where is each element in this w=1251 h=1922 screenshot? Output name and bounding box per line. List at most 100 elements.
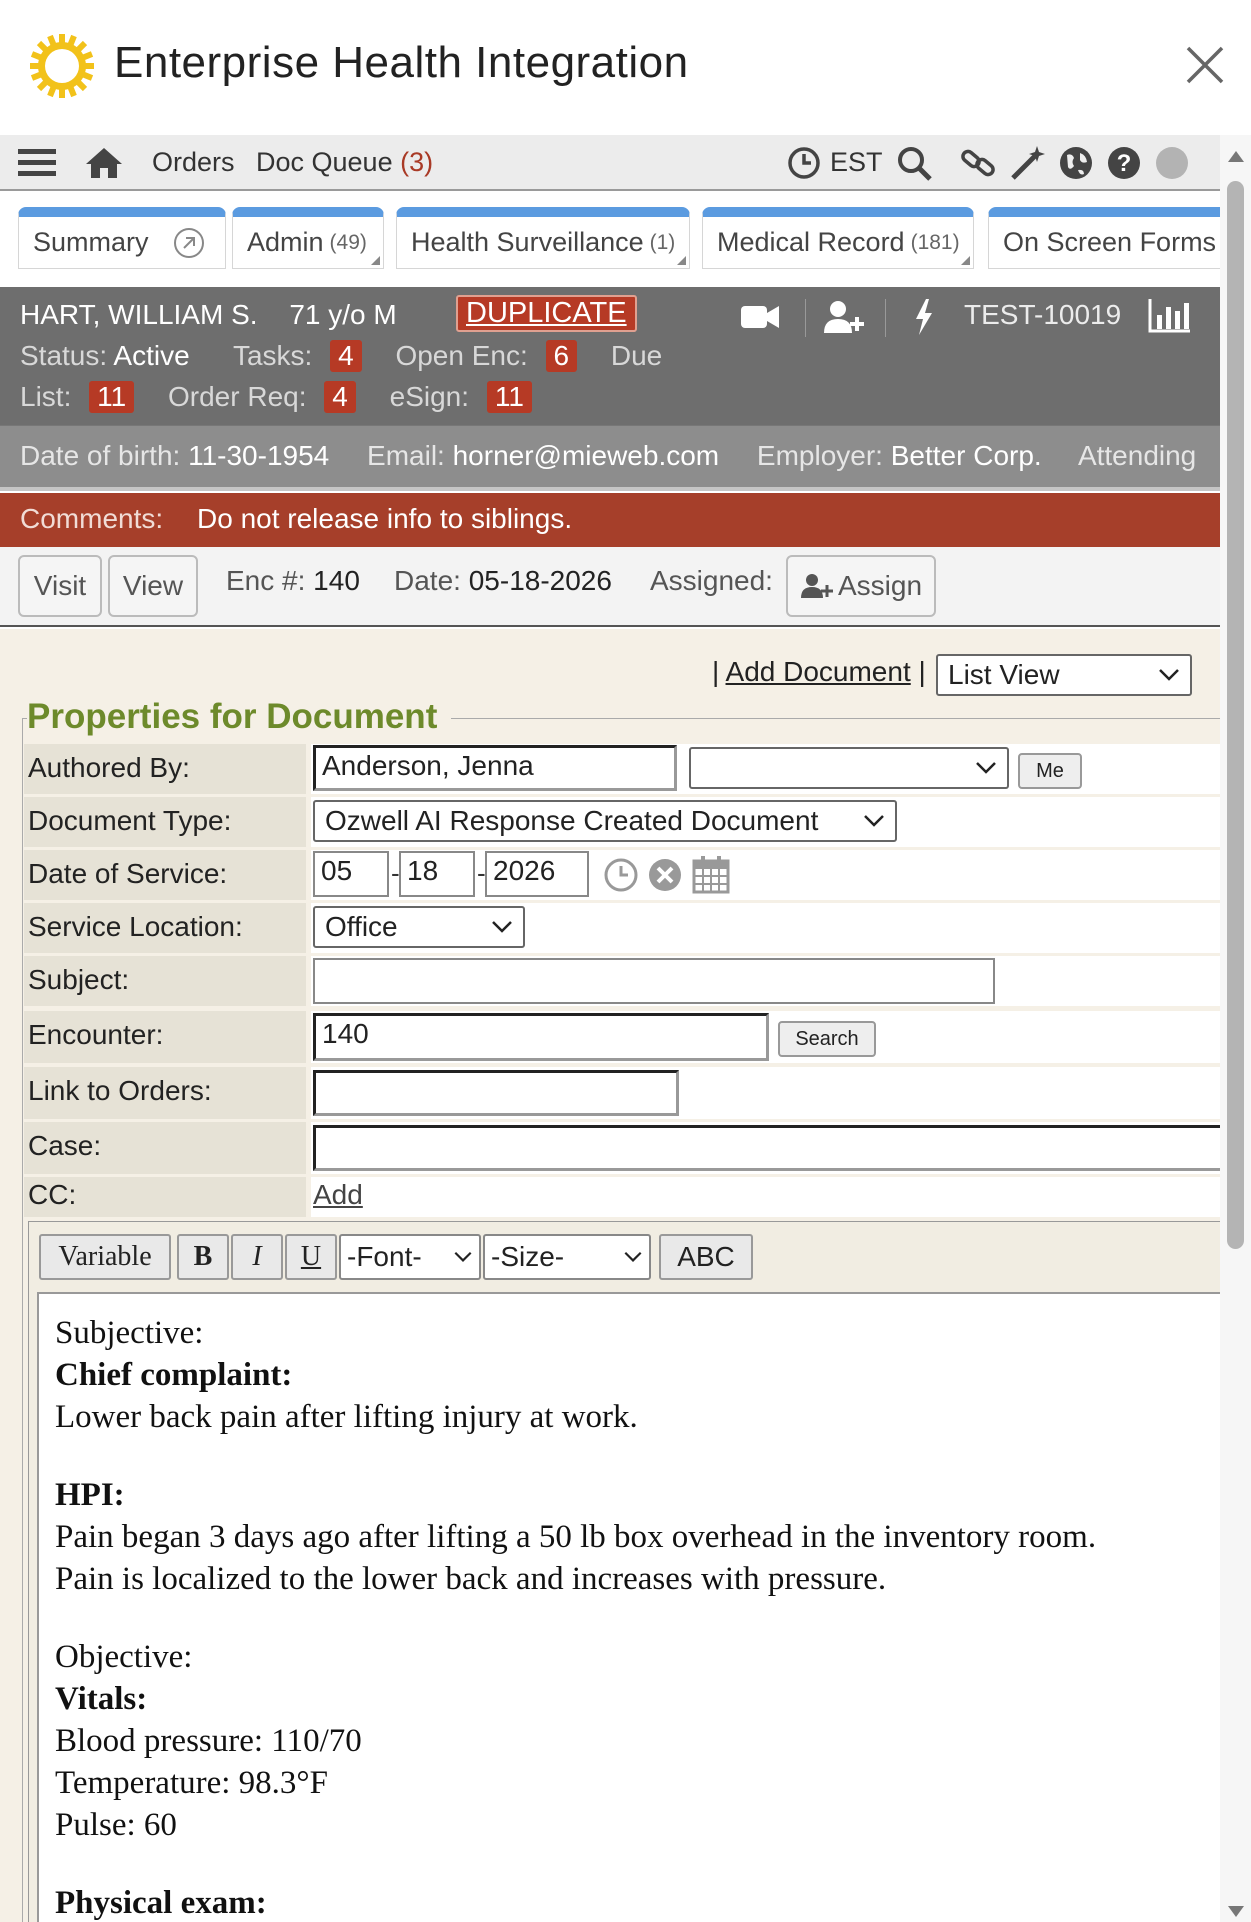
view-mode-select[interactable]: List View bbox=[936, 654, 1192, 696]
divider bbox=[805, 299, 806, 337]
vertical-scrollbar[interactable] bbox=[1220, 135, 1251, 1922]
visit-button[interactable]: Visit bbox=[18, 555, 102, 617]
magic-wand-icon[interactable] bbox=[1008, 143, 1048, 183]
add-user-icon[interactable] bbox=[822, 299, 868, 335]
patient-name[interactable]: HART, WILLIAM S. bbox=[20, 299, 258, 330]
spellcheck-button[interactable]: ABC bbox=[659, 1234, 753, 1280]
note-text: Pain began 3 days ago after lifting a 50… bbox=[55, 1519, 1097, 1555]
date-value: 05-18-2026 bbox=[468, 565, 612, 596]
field-value-cell bbox=[311, 1122, 1220, 1174]
variable-button[interactable]: Variable bbox=[39, 1234, 171, 1280]
tab-summary[interactable]: Summary bbox=[18, 207, 226, 269]
link-icon[interactable] bbox=[958, 143, 998, 183]
list-count[interactable]: 11 bbox=[89, 381, 135, 413]
calendar-icon[interactable] bbox=[691, 854, 731, 894]
view-button[interactable]: View bbox=[108, 555, 198, 617]
note-text: Temperature: 98.3°F bbox=[55, 1765, 328, 1801]
dos-month-input[interactable]: 05 bbox=[313, 851, 389, 897]
clear-icon[interactable] bbox=[647, 857, 683, 893]
orders-link[interactable]: Orders bbox=[152, 147, 235, 178]
encounter-input[interactable]: 140 bbox=[313, 1013, 769, 1061]
video-icon[interactable] bbox=[740, 301, 780, 333]
duplicate-badge[interactable]: DUPLICATE bbox=[456, 295, 637, 332]
chart-id[interactable]: TEST-10019 bbox=[964, 299, 1121, 331]
font-select[interactable]: -Font- bbox=[339, 1234, 481, 1280]
bold-button[interactable]: B bbox=[177, 1234, 229, 1280]
assign-button[interactable]: Assign bbox=[786, 555, 936, 617]
case-input[interactable] bbox=[313, 1125, 1220, 1171]
size-select[interactable]: -Size- bbox=[483, 1234, 651, 1280]
field-value-cell: 140 Search bbox=[311, 1011, 1220, 1063]
bar-chart-icon[interactable] bbox=[1148, 297, 1192, 335]
tab-admin[interactable]: Admin (49) bbox=[232, 207, 384, 269]
open-enc-count[interactable]: 6 bbox=[545, 340, 578, 372]
email-value[interactable]: horner@mieweb.com bbox=[453, 440, 720, 471]
help-icon[interactable]: ? bbox=[1104, 143, 1144, 183]
encounter-label: Encounter: bbox=[24, 1011, 306, 1063]
tab-health-surveillance[interactable]: Health Surveillance (1) bbox=[396, 207, 690, 269]
hamburger-icon[interactable] bbox=[18, 143, 56, 183]
close-icon[interactable] bbox=[1180, 40, 1230, 90]
doc-queue-link[interactable]: Doc Queue (3) bbox=[256, 147, 433, 178]
dos-day-input[interactable]: 18 bbox=[399, 851, 475, 897]
case-label: Case: bbox=[24, 1122, 306, 1174]
home-icon[interactable] bbox=[84, 143, 124, 183]
scroll-down-icon[interactable] bbox=[1227, 1905, 1245, 1919]
esign-count[interactable]: 11 bbox=[486, 381, 532, 413]
tab-label: Medical Record bbox=[717, 227, 905, 257]
field-heading: Vitals: bbox=[55, 1681, 148, 1717]
globe-icon[interactable] bbox=[1056, 143, 1096, 183]
chevron-down-icon bbox=[976, 762, 996, 774]
tab-corner bbox=[677, 256, 686, 265]
editor-body[interactable]: Subjective: Chief complaint: Lower back … bbox=[37, 1292, 1220, 1922]
tab-label: On Screen Forms bbox=[1003, 227, 1217, 257]
document-type-select[interactable]: Ozwell AI Response Created Document bbox=[313, 800, 897, 842]
authored-by-select[interactable] bbox=[689, 747, 1009, 789]
tab-on-screen-forms[interactable]: On Screen Forms bbox=[988, 207, 1220, 269]
timezone-label[interactable]: EST bbox=[830, 147, 883, 178]
cc-add-link[interactable]: Add bbox=[313, 1179, 363, 1211]
patient-status-row: Status: Active Tasks: 4 Open Enc: 6 Due bbox=[20, 340, 662, 372]
lightning-icon[interactable] bbox=[910, 297, 936, 337]
chevron-down-icon bbox=[624, 1251, 642, 1262]
field-value-cell: Office bbox=[311, 903, 1220, 953]
tab-count: (1) bbox=[649, 230, 676, 254]
add-document-link[interactable]: Add Document bbox=[726, 656, 911, 687]
order-req-count[interactable]: 4 bbox=[324, 381, 356, 413]
tasks-count[interactable]: 4 bbox=[330, 340, 362, 372]
authored-by-input[interactable]: Anderson, Jenna bbox=[313, 745, 677, 791]
tab-medical-record[interactable]: Medical Record (181) bbox=[702, 207, 974, 269]
document-type-value: Ozwell AI Response Created Document bbox=[325, 805, 819, 836]
comments-label: Comments: bbox=[20, 503, 164, 534]
patient-name-row: HART, WILLIAM S. 71 y/o M bbox=[20, 299, 397, 331]
clock-icon[interactable] bbox=[786, 143, 822, 183]
underline-button[interactable]: U bbox=[285, 1234, 337, 1280]
section-heading: Subjective: bbox=[55, 1315, 204, 1351]
me-button[interactable]: Me bbox=[1018, 753, 1082, 789]
document-actions: | Add Document | bbox=[712, 656, 926, 688]
open-enc-label: Open Enc: bbox=[395, 340, 528, 371]
field-value-cell: Add bbox=[311, 1177, 1220, 1217]
dob-label: Date of birth: bbox=[20, 440, 181, 471]
note-text: Lower back pain after lifting injury at … bbox=[55, 1399, 638, 1435]
encounter-date: Date: 05-18-2026 bbox=[394, 565, 612, 597]
date-label: Date: bbox=[394, 565, 461, 596]
service-location-select[interactable]: Office bbox=[313, 906, 525, 948]
clock-icon[interactable] bbox=[603, 857, 639, 893]
link-to-orders-row: Link to Orders: bbox=[24, 1067, 1220, 1119]
date-of-service-row: Date of Service: 05 - 18 - 2026 bbox=[24, 850, 1220, 900]
search-icon[interactable] bbox=[894, 143, 934, 183]
subject-input[interactable] bbox=[313, 958, 995, 1004]
external-link-icon[interactable] bbox=[173, 227, 205, 259]
link-to-orders-input[interactable] bbox=[313, 1070, 679, 1116]
scroll-up-icon[interactable] bbox=[1227, 149, 1245, 163]
tab-label: Health Surveillance bbox=[411, 227, 644, 257]
dos-year-input[interactable]: 2026 bbox=[485, 851, 589, 897]
patient-header: HART, WILLIAM S. 71 y/o M DUPLICATE TEST… bbox=[0, 287, 1220, 425]
encounter-search-button[interactable]: Search bbox=[778, 1021, 876, 1057]
enc-value: 140 bbox=[313, 565, 360, 596]
svg-text:?: ? bbox=[1117, 150, 1132, 177]
scrollbar-thumb[interactable] bbox=[1227, 181, 1244, 1249]
italic-button[interactable]: I bbox=[231, 1234, 283, 1280]
field-value-cell: Ozwell AI Response Created Document bbox=[311, 797, 1220, 847]
